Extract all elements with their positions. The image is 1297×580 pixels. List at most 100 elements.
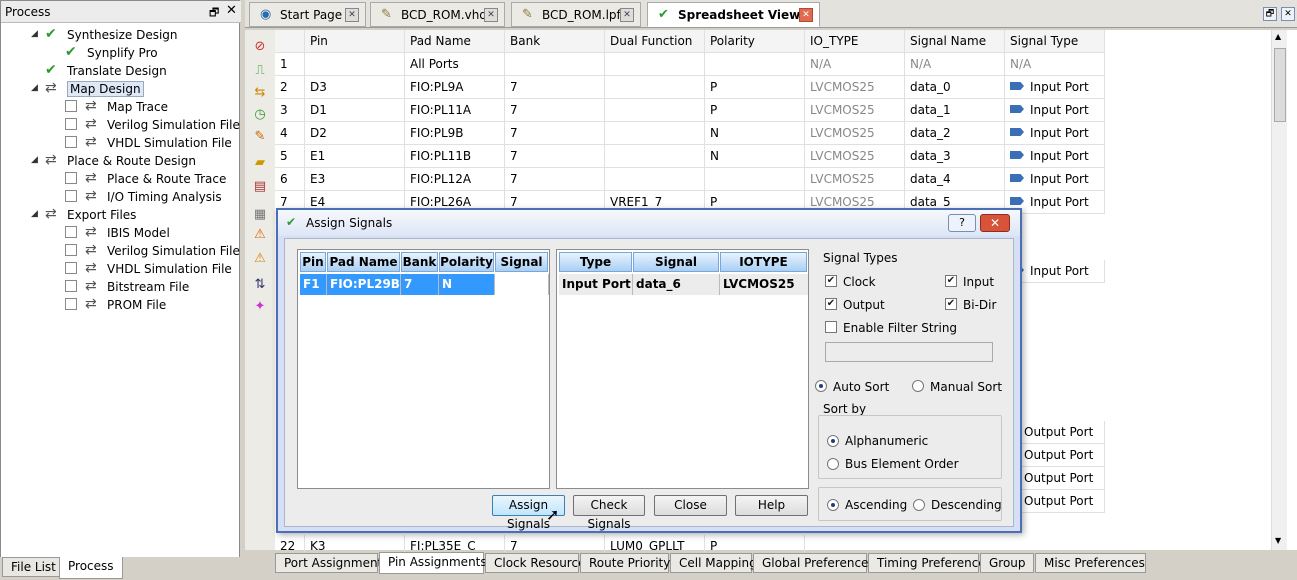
assign-icon[interactable]: ✦ (251, 298, 269, 316)
table-cell[interactable] (605, 145, 705, 168)
tab-global-preferences[interactable]: Global Preferences (753, 553, 875, 573)
table-cell[interactable]: N/A (805, 53, 905, 76)
table-cell[interactable]: data_1 (905, 99, 1005, 122)
table-cell[interactable] (305, 53, 405, 76)
tree-item[interactable]: ⇄ Verilog Simulation File (1, 242, 240, 260)
table-cell[interactable]: data_4 (905, 168, 1005, 191)
restore-icon[interactable]: 🗗 (1263, 7, 1277, 21)
column-header[interactable]: Signal Type (1005, 30, 1105, 53)
manual-sort-radio[interactable] (912, 380, 924, 392)
tab-group[interactable]: Group (980, 553, 1034, 573)
restore-icon[interactable]: 🗗 (209, 4, 219, 23)
table-cell[interactable]: P (705, 76, 805, 99)
folder-icon[interactable]: ▰ (251, 154, 269, 172)
table-cell[interactable]: FIO:PL11A (405, 99, 505, 122)
step-checkbox[interactable] (65, 190, 77, 202)
tab-bcd-rom-lpf[interactable]: ✎ BCD_ROM.lpf ✕ (511, 2, 641, 27)
tab-clock-resource[interactable]: Clock Resource (485, 553, 585, 573)
step-checkbox[interactable] (65, 136, 77, 148)
row-number[interactable]: 3 (275, 99, 305, 122)
row-number[interactable]: 1 (275, 53, 305, 76)
step-checkbox[interactable] (65, 298, 77, 310)
tree-item[interactable]: ◢ ⇄ Export Files (1, 206, 239, 224)
table-row[interactable]: F1 FIO:PL29B 7 N (300, 274, 549, 295)
table-cell[interactable] (605, 122, 705, 145)
descending-radio[interactable] (913, 499, 925, 511)
column-header[interactable]: Type (559, 252, 632, 272)
table-cell[interactable]: Input Port (1005, 168, 1105, 191)
tab-spreadsheet-view[interactable]: ✔ Spreadsheet View * ✕ (647, 2, 820, 27)
close-icon[interactable]: ✕ (345, 8, 359, 22)
table-cell[interactable]: 7 (505, 76, 605, 99)
tree-item[interactable]: ⇄ Place & Route Trace (1, 170, 239, 188)
table-cell[interactable]: Input Port (1005, 122, 1105, 145)
column-header[interactable]: IO_TYPE (805, 30, 905, 53)
step-checkbox[interactable] (65, 226, 77, 238)
column-header[interactable]: Polarity (705, 30, 805, 53)
table-cell[interactable]: Input Port (1005, 76, 1105, 99)
tab-timing-preferences[interactable]: Timing Preferences (868, 553, 992, 573)
table-cell[interactable]: LVCMOS25 (805, 76, 905, 99)
table-cell[interactable] (605, 168, 705, 191)
close-icon[interactable]: ✕ (1281, 7, 1295, 21)
step-checkbox[interactable] (65, 100, 77, 112)
column-header[interactable]: Bank (401, 252, 438, 272)
column-header[interactable]: Bank (505, 30, 605, 53)
column-header[interactable]: Pin (305, 30, 405, 53)
close-icon[interactable]: ✕ (226, 3, 237, 18)
bidir-checkbox[interactable]: ✔ (945, 298, 957, 310)
help-icon[interactable]: ? (948, 214, 976, 232)
row-number[interactable]: 4 (275, 122, 305, 145)
table-cell[interactable] (605, 53, 705, 76)
signal-grid[interactable]: Type Signal Name IOTYPE Input Port data_… (556, 249, 809, 489)
step-checkbox[interactable] (65, 118, 77, 130)
tree-item[interactable]: ◢ ✔ Synthesize Design (1, 26, 239, 44)
table-cell[interactable]: LVCMOS25 (805, 145, 905, 168)
table-cell[interactable]: LVCMOS25 (805, 99, 905, 122)
route-icon[interactable]: ⇆ (251, 84, 269, 102)
edit-icon[interactable]: ✎ (251, 128, 269, 146)
column-header[interactable]: Pad Name (405, 30, 505, 53)
table-cell[interactable]: 7 (505, 145, 605, 168)
table-cell[interactable]: D3 (305, 76, 405, 99)
table-cell[interactable]: LVCMOS25 (805, 122, 905, 145)
filter-checkbox[interactable] (825, 321, 837, 333)
tree-item[interactable]: ✔ Synplify Pro (1, 44, 239, 62)
output-checkbox[interactable]: ✔ (825, 298, 837, 310)
table-cell[interactable] (505, 53, 605, 76)
table-cell[interactable] (605, 76, 705, 99)
table-cell[interactable]: data_2 (905, 122, 1005, 145)
table-cell[interactable] (705, 168, 805, 191)
row-number[interactable]: 2 (275, 76, 305, 99)
tree-item[interactable]: ⇄ Verilog Simulation File (1, 116, 240, 134)
scroll-down-icon[interactable]: ▼ (1275, 536, 1281, 545)
expand-icon[interactable]: ◢ (31, 155, 38, 165)
table-cell[interactable]: FIO:PL9B (405, 122, 505, 145)
tree-item[interactable]: ⇄ IBIS Model (1, 224, 239, 242)
vertical-scrollbar[interactable]: ▲ ▼ (1271, 30, 1287, 550)
close-icon[interactable]: ✕ (620, 8, 634, 22)
filter-input[interactable] (825, 342, 993, 362)
table-cell[interactable]: N/A (1005, 53, 1105, 76)
step-checkbox[interactable] (65, 172, 77, 184)
column-header[interactable]: Signal Name (633, 252, 719, 287)
warning-icon[interactable]: ⚠ (251, 226, 269, 244)
table-cell[interactable]: 7 (505, 99, 605, 122)
table-cell[interactable] (705, 53, 805, 76)
step-checkbox[interactable] (65, 262, 77, 274)
table-cell[interactable]: Input Port (1005, 145, 1105, 168)
tab-bcd-rom-vhd[interactable]: ✎ BCD_ROM.vhd ✕ (370, 2, 505, 27)
row-number[interactable]: 5 (275, 145, 305, 168)
close-icon[interactable]: ✕ (980, 214, 1010, 232)
table-cell[interactable]: FIO:PL12A (405, 168, 505, 191)
help-button[interactable]: Help (735, 495, 808, 516)
tree-item[interactable]: ✔ Translate Design (1, 62, 239, 80)
table-cell[interactable]: 7 (505, 168, 605, 191)
expand-icon[interactable]: ◢ (31, 83, 38, 93)
tree-item[interactable]: ⇄ PROM File (1, 296, 239, 314)
expand-icon[interactable]: ◢ (31, 29, 38, 39)
column-header[interactable]: Signal (495, 252, 548, 272)
table-row[interactable]: Input Port data_6 LVCMOS25 (559, 274, 808, 295)
bus-element-radio[interactable] (827, 458, 839, 470)
sort-icon[interactable]: ⇅ (251, 276, 269, 294)
